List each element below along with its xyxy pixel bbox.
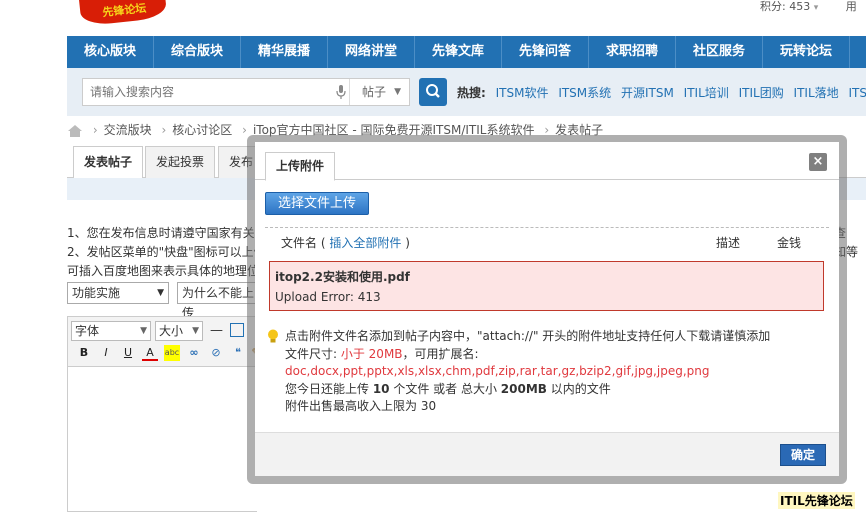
nav-item[interactable]: 先锋文库 — [415, 36, 502, 68]
nav-item[interactable]: 求职招聘 — [589, 36, 676, 68]
divider — [265, 227, 829, 228]
bold-button[interactable]: B — [76, 345, 92, 361]
main-nav: 核心版块 综合版块 精华展播 网络讲堂 先锋文库 先锋问答 求职招聘 社区服务 … — [67, 36, 866, 68]
tab-post[interactable]: 发表帖子 — [73, 146, 144, 179]
font-select[interactable]: 字体 ▼ — [71, 321, 151, 341]
search-type-select[interactable]: 帖子 ▼ — [349, 79, 409, 105]
upload-tips: 点击附件文件名添加到帖子内容中，"attach://" 开头的附件地址支持任何人… — [267, 328, 770, 416]
table-icon[interactable] — [230, 323, 244, 337]
close-icon[interactable]: × — [809, 153, 827, 171]
chevron-down-icon: ▼ — [157, 288, 164, 298]
link-icon[interactable]: ∞ — [186, 345, 202, 361]
hot-link[interactable]: ITSS认 — [848, 86, 866, 100]
chevron-down-icon: ▾ — [813, 3, 819, 13]
chevron-down-icon: ▼ — [394, 87, 401, 97]
search-input[interactable] — [83, 79, 348, 105]
file-name[interactable]: itop2.2安装和使用.pdf — [275, 268, 410, 285]
chevron-right-icon: › — [92, 123, 98, 137]
lightbulb-icon — [268, 329, 278, 343]
chevron-down-icon: ▼ — [192, 326, 199, 336]
hot-link[interactable]: 开源ITSM — [621, 86, 674, 100]
page: 先锋论坛 积分: 453 ▾ 用 核心版块 综合版块 精华展播 网络讲堂 先锋文… — [0, 0, 866, 512]
user-points[interactable]: 积分: 453 ▾ 用 — [760, 0, 857, 14]
tab-poll[interactable]: 发起投票 — [145, 146, 216, 178]
font-color-button[interactable]: A — [142, 345, 158, 361]
footer-badge: ITIL先锋论坛 — [778, 492, 855, 509]
tip-extensions: doc,docx,ppt,pptx,xls,xlsx,chm,pdf,zip,r… — [285, 364, 710, 378]
search-button[interactable] — [419, 78, 447, 106]
tip-line: 点击附件文件名添加到帖子内容中，"attach://" 开头的附件地址支持任何人… — [285, 329, 771, 343]
nav-item[interactable]: 核心版块 — [67, 36, 154, 68]
search-box: 帖子▼ — [82, 78, 410, 106]
size-select[interactable]: 大小 ▼ — [155, 321, 203, 341]
chevron-right-icon: › — [242, 123, 247, 137]
category-select[interactable]: 功能实施 ▼ — [67, 282, 169, 304]
nav-item[interactable]: 社区服务 — [676, 36, 763, 68]
upload-dialog: 上传附件 × 选择文件上传 文件名 ( 插入全部附件 ) 描述 金钱 itop2… — [255, 142, 839, 476]
breadcrumb-item[interactable]: 交流版块 — [104, 123, 152, 137]
microphone-icon[interactable] — [336, 85, 346, 99]
quote-icon[interactable]: ❝ — [230, 345, 246, 361]
unlink-icon[interactable]: ⊘ — [208, 345, 224, 361]
dialog-footer: 确定 — [255, 432, 839, 476]
select-file-button[interactable]: 选择文件上传 — [265, 192, 370, 215]
price-header: 金钱 — [777, 236, 802, 250]
hot-searches: 热搜: ITSM软件 ITSM系统 开源ITSM ITIL培训 ITIL团购 I… — [457, 84, 866, 101]
tip-line: 附件出售最高收入上限为 30 — [285, 399, 437, 413]
nav-item[interactable]: 网络讲堂 — [328, 36, 415, 68]
file-error-row: itop2.2安装和使用.pdf Upload Error: 413 — [269, 261, 824, 311]
hot-link[interactable]: ITIL团购 — [739, 86, 784, 100]
dialog-header: 上传附件 × — [255, 142, 839, 181]
nav-item[interactable]: 综合版块 — [154, 36, 241, 68]
upload-error-status: Upload Error: 413 — [275, 290, 381, 304]
home-icon[interactable] — [67, 124, 83, 138]
italic-button[interactable]: I — [98, 345, 114, 361]
breadcrumb-item[interactable]: 核心讨论区 — [172, 123, 232, 137]
nav-item[interactable]: 先锋问答 — [502, 36, 589, 68]
tip-line: 文件尺寸: 小于 20MB，可用扩展名: — [285, 346, 479, 361]
chevron-down-icon: ▼ — [140, 326, 147, 336]
top-bar: 先锋论坛 积分: 453 ▾ 用 — [0, 0, 866, 36]
tab-upload-attachment[interactable]: 上传附件 — [265, 152, 336, 181]
nav-item[interactable]: 精华展播 — [241, 36, 328, 68]
description-header: 描述 — [716, 236, 741, 250]
hr-icon[interactable]: — — [210, 323, 223, 338]
filename-header: 文件名 ( 插入全部附件 ) — [281, 236, 410, 250]
hot-link[interactable]: ITSM软件 — [496, 86, 549, 100]
hot-link[interactable]: ITIL落地 — [794, 86, 839, 100]
search-icon — [426, 84, 440, 98]
editor-toolbar: 字体▼ 大小▼ — B I U A abc ∞ ⊘ ❝ ✎ — [68, 317, 261, 367]
hot-link[interactable]: ITIL培训 — [684, 86, 729, 100]
confirm-button[interactable]: 确定 — [780, 444, 826, 466]
top-right-link[interactable]: 用 — [846, 0, 857, 13]
hot-link[interactable]: ITSM系统 — [558, 86, 611, 100]
site-logo[interactable]: 先锋论坛 — [78, 0, 168, 27]
search-bar: 帖子▼ 热搜: ITSM软件 ITSM系统 开源ITSM ITIL培训 ITIL… — [67, 68, 866, 116]
background-color-button[interactable]: abc — [164, 345, 180, 361]
nav-item[interactable]: 玩转论坛 — [763, 36, 850, 68]
tip-line: 您今日还能上传 10 个文件 或者 总大小 200MB 以内的文件 — [285, 381, 611, 396]
insert-all-link[interactable]: 插入全部附件 — [329, 236, 401, 250]
post-editor: 字体▼ 大小▼ — B I U A abc ∞ ⊘ ❝ ✎ — [67, 316, 261, 512]
underline-button[interactable]: U — [120, 345, 136, 361]
chevron-right-icon: › — [161, 123, 167, 137]
hot-label: 热搜: — [457, 86, 486, 100]
logo-text: 先锋论坛 — [101, 1, 147, 20]
